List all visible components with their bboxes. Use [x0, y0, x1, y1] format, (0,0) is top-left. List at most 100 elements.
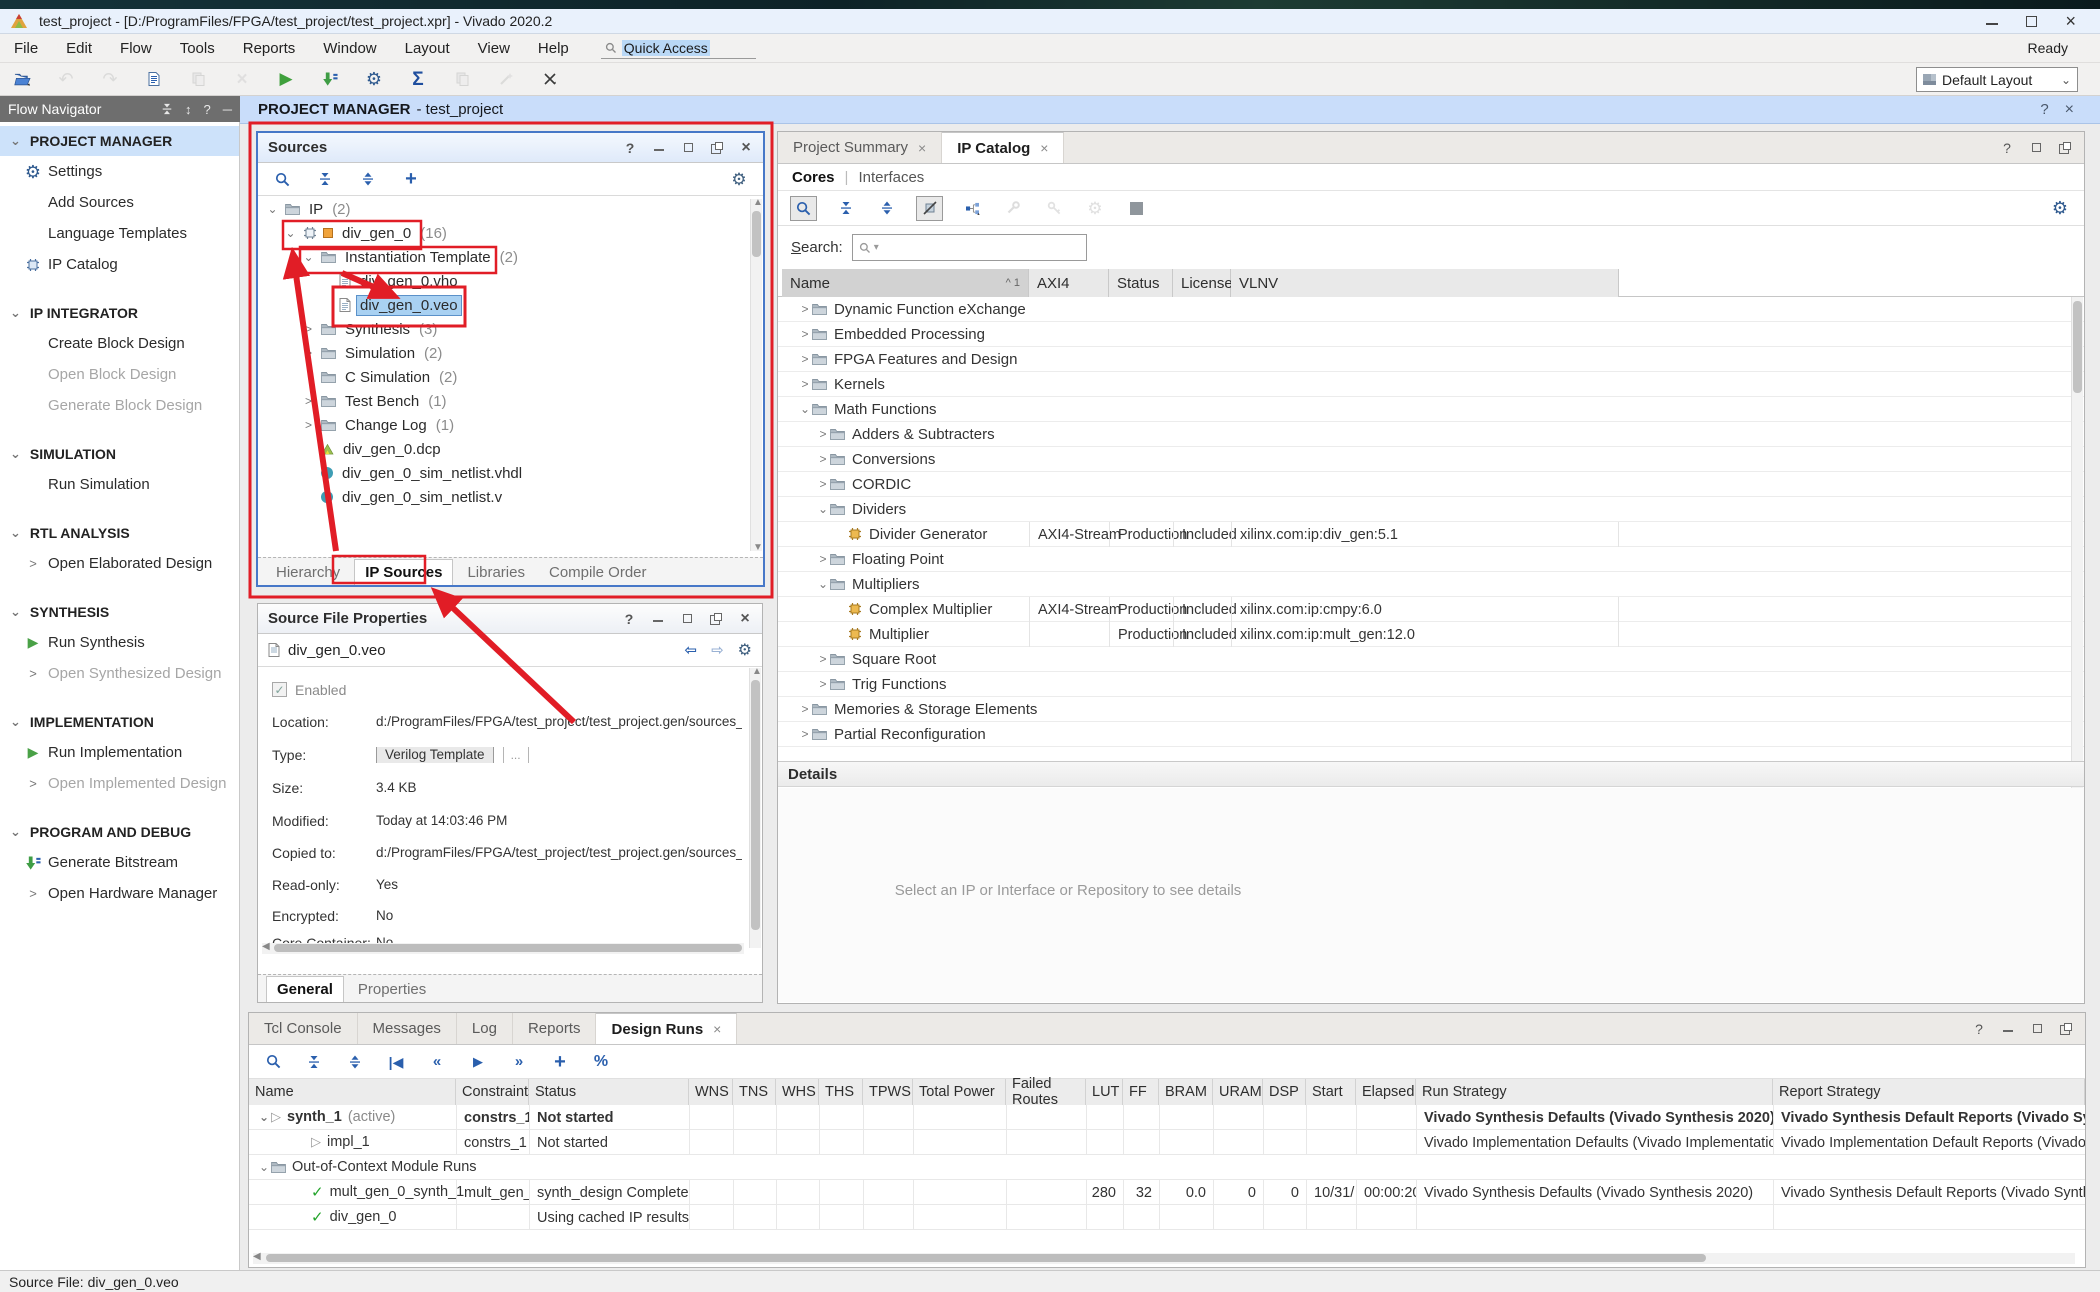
catalog-row-math-functions[interactable]: ⌄Math Functions — [778, 397, 2084, 422]
sources-vertical-scrollbar[interactable]: ▲ ▼ — [750, 199, 762, 551]
close-tab-icon[interactable]: × — [918, 140, 926, 156]
tab-compile-order[interactable]: Compile Order — [539, 560, 657, 585]
maximize-panel-icon[interactable] — [2030, 1022, 2044, 1036]
sources-collapse-button[interactable] — [313, 167, 337, 191]
scroll-up-icon[interactable]: ▲ — [752, 666, 762, 677]
runs-expand-button[interactable] — [343, 1050, 367, 1074]
float-panel-icon[interactable] — [709, 612, 723, 626]
minimize-panel-icon[interactable] — [651, 612, 665, 626]
chevron-right-icon[interactable]: > — [798, 702, 812, 716]
tree-item-ip[interactable]: ⌄IP(2) — [258, 197, 749, 221]
tab-libraries[interactable]: Libraries — [457, 560, 535, 585]
minimize-panel-icon[interactable] — [2001, 1022, 2015, 1036]
sidebar-item-generate-bitstream[interactable]: Generate Bitstream — [0, 847, 239, 878]
minimize-panel-icon[interactable] — [652, 141, 666, 155]
sources-gear-button[interactable]: ⚙ — [727, 167, 751, 191]
dock-horizontal-scrollbar[interactable]: ◀ — [253, 1253, 2075, 1264]
runs-collapse-button[interactable] — [302, 1050, 326, 1074]
sidebar-section-simulation[interactable]: ⌄SIMULATION — [0, 439, 239, 469]
runs-column-report-strategy[interactable]: Report Strategy — [1773, 1079, 2085, 1105]
minimize-panel-icon[interactable]: ─ — [223, 102, 232, 117]
close-tab-icon[interactable]: × — [1040, 140, 1048, 156]
tree-item-change-log[interactable]: >Change Log(1) — [258, 413, 749, 437]
chevron-right-icon[interactable]: > — [798, 327, 812, 341]
runs-step-next-button[interactable]: » — [507, 1050, 531, 1074]
menu-view[interactable]: View — [464, 36, 524, 61]
chevron-right-icon[interactable]: > — [302, 322, 315, 336]
tree-item-simulation[interactable]: >Simulation(2) — [258, 341, 749, 365]
column-header-license[interactable]: License — [1173, 269, 1231, 297]
runs-step-first-button[interactable]: |◀ — [384, 1050, 408, 1074]
close-window-icon[interactable]: × — [2065, 12, 2076, 30]
tree-item-instantiation-template[interactable]: ⌄Instantiation Template(2) — [258, 245, 749, 269]
layout-selector[interactable]: Default Layout ⌄ — [1916, 67, 2078, 92]
catalog-row-square-root[interactable]: >Square Root — [778, 647, 2084, 672]
chevron-right-icon[interactable]: > — [302, 346, 315, 360]
runs-column-bram[interactable]: BRAM — [1159, 1079, 1213, 1105]
sources-expand-button[interactable] — [356, 167, 380, 191]
toolbar-folder-open-blue-button[interactable] — [10, 67, 34, 91]
expand-selector-icon[interactable]: ↕ — [185, 102, 192, 117]
sidebar-item-run-simulation[interactable]: Run Simulation — [0, 469, 239, 500]
tab-ip-catalog[interactable]: IP Catalog× — [942, 132, 1064, 163]
menu-tools[interactable]: Tools — [166, 36, 229, 61]
tree-item-div-gen-0-sim-netlist-v[interactable]: div_gen_0_sim_netlist.v — [258, 485, 749, 509]
catalog-row-multiplier[interactable]: MultiplierProductionIncludedxilinx.com:i… — [778, 622, 2084, 647]
catalog-collapse-button[interactable] — [834, 196, 858, 220]
subtab-cores[interactable]: Cores — [792, 169, 835, 186]
menu-window[interactable]: Window — [309, 36, 390, 61]
runs-search-button[interactable] — [261, 1050, 285, 1074]
tree-item-c-simulation[interactable]: C Simulation(2) — [258, 365, 749, 389]
tree-item-div-gen-0-sim-netlist-vhdl[interactable]: div_gen_0_sim_netlist.vhdl — [258, 461, 749, 485]
column-header-axi4[interactable]: AXI4 — [1029, 269, 1109, 297]
tab-project-summary[interactable]: Project Summary× — [778, 132, 942, 163]
catalog-row-cordic[interactable]: >CORDIC — [778, 472, 2084, 497]
runs-column-uram[interactable]: URAM — [1213, 1079, 1263, 1105]
close-panel-icon[interactable]: × — [739, 141, 753, 155]
runs-play-blue-button[interactable]: ▶ — [466, 1050, 490, 1074]
catalog-search-input[interactable]: ▾ — [852, 234, 1087, 261]
sidebar-item-run-implementation[interactable]: ▶Run Implementation — [0, 737, 239, 768]
chevron-down-icon[interactable]: ⌄ — [266, 202, 279, 216]
run-row-synth-1[interactable]: ⌄▷synth_1(active)constrs_1Not startedViv… — [249, 1105, 2085, 1130]
close-panel-icon[interactable]: × — [738, 612, 752, 626]
chevron-right-icon[interactable]: > — [798, 377, 812, 391]
float-panel-icon[interactable] — [2059, 1022, 2073, 1036]
enabled-checkbox[interactable]: ✓ — [272, 682, 287, 697]
sfp-vertical-scrollbar[interactable]: ▲ — [749, 668, 761, 948]
chevron-down-icon[interactable]: ⌄ — [816, 577, 830, 591]
catalog-row-multipliers[interactable]: ⌄Multipliers — [778, 572, 2084, 597]
catalog-row-fpga-features-and-design[interactable]: >FPGA Features and Design — [778, 347, 2084, 372]
sidebar-section-implementation[interactable]: ⌄IMPLEMENTATION — [0, 707, 239, 737]
chevron-right-icon[interactable]: > — [816, 452, 830, 466]
chevron-right-icon[interactable]: > — [798, 727, 812, 741]
tab-properties[interactable]: Properties — [348, 977, 436, 1002]
float-panel-icon[interactable] — [710, 141, 724, 155]
sidebar-item-ip-catalog[interactable]: IP Catalog — [0, 249, 239, 280]
help-icon[interactable]: ? — [622, 612, 636, 626]
catalog-search-button[interactable] — [790, 196, 817, 221]
tree-item-div-gen-0-dcp[interactable]: div_gen_0.dcp — [258, 437, 749, 461]
tree-item-div-gen-0[interactable]: ⌄div_gen_0(16) — [258, 221, 749, 245]
run-row-impl-1[interactable]: ▷impl_1constrs_1Not startedVivado Implem… — [249, 1130, 2085, 1155]
runs-column-elapsed[interactable]: Elapsed — [1356, 1079, 1416, 1105]
catalog-row-conversions[interactable]: >Conversions — [778, 447, 2084, 472]
subtab-interfaces[interactable]: Interfaces — [858, 169, 924, 186]
sidebar-section-ip-integrator[interactable]: ⌄IP INTEGRATOR — [0, 298, 239, 328]
sidebar-section-rtl-analysis[interactable]: ⌄RTL ANALYSIS — [0, 518, 239, 548]
catalog-row-partial-reconfiguration[interactable]: >Partial Reconfiguration — [778, 722, 2084, 747]
column-header-status[interactable]: Status — [1109, 269, 1173, 297]
runs-column-failed-routes[interactable]: Failed Routes — [1006, 1079, 1086, 1105]
runs-column-tns[interactable]: TNS — [733, 1079, 776, 1105]
chevron-right-icon[interactable]: > — [816, 652, 830, 666]
sidebar-item-add-sources[interactable]: Add Sources — [0, 187, 239, 218]
catalog-row-divider-generator[interactable]: Divider GeneratorAXI4-StreamProductionIn… — [778, 522, 2084, 547]
runs-column-ff[interactable]: FF — [1123, 1079, 1159, 1105]
tab-messages[interactable]: Messages — [358, 1013, 457, 1044]
tab-ip-sources[interactable]: IP Sources — [354, 559, 453, 585]
runs-column-ths[interactable]: THS — [819, 1079, 863, 1105]
runs-column-constraints[interactable]: Constraints — [456, 1079, 529, 1105]
catalog-expand-button[interactable] — [875, 196, 899, 220]
collapse-all-icon[interactable] — [161, 103, 173, 115]
runs-column-wns[interactable]: WNS — [689, 1079, 733, 1105]
